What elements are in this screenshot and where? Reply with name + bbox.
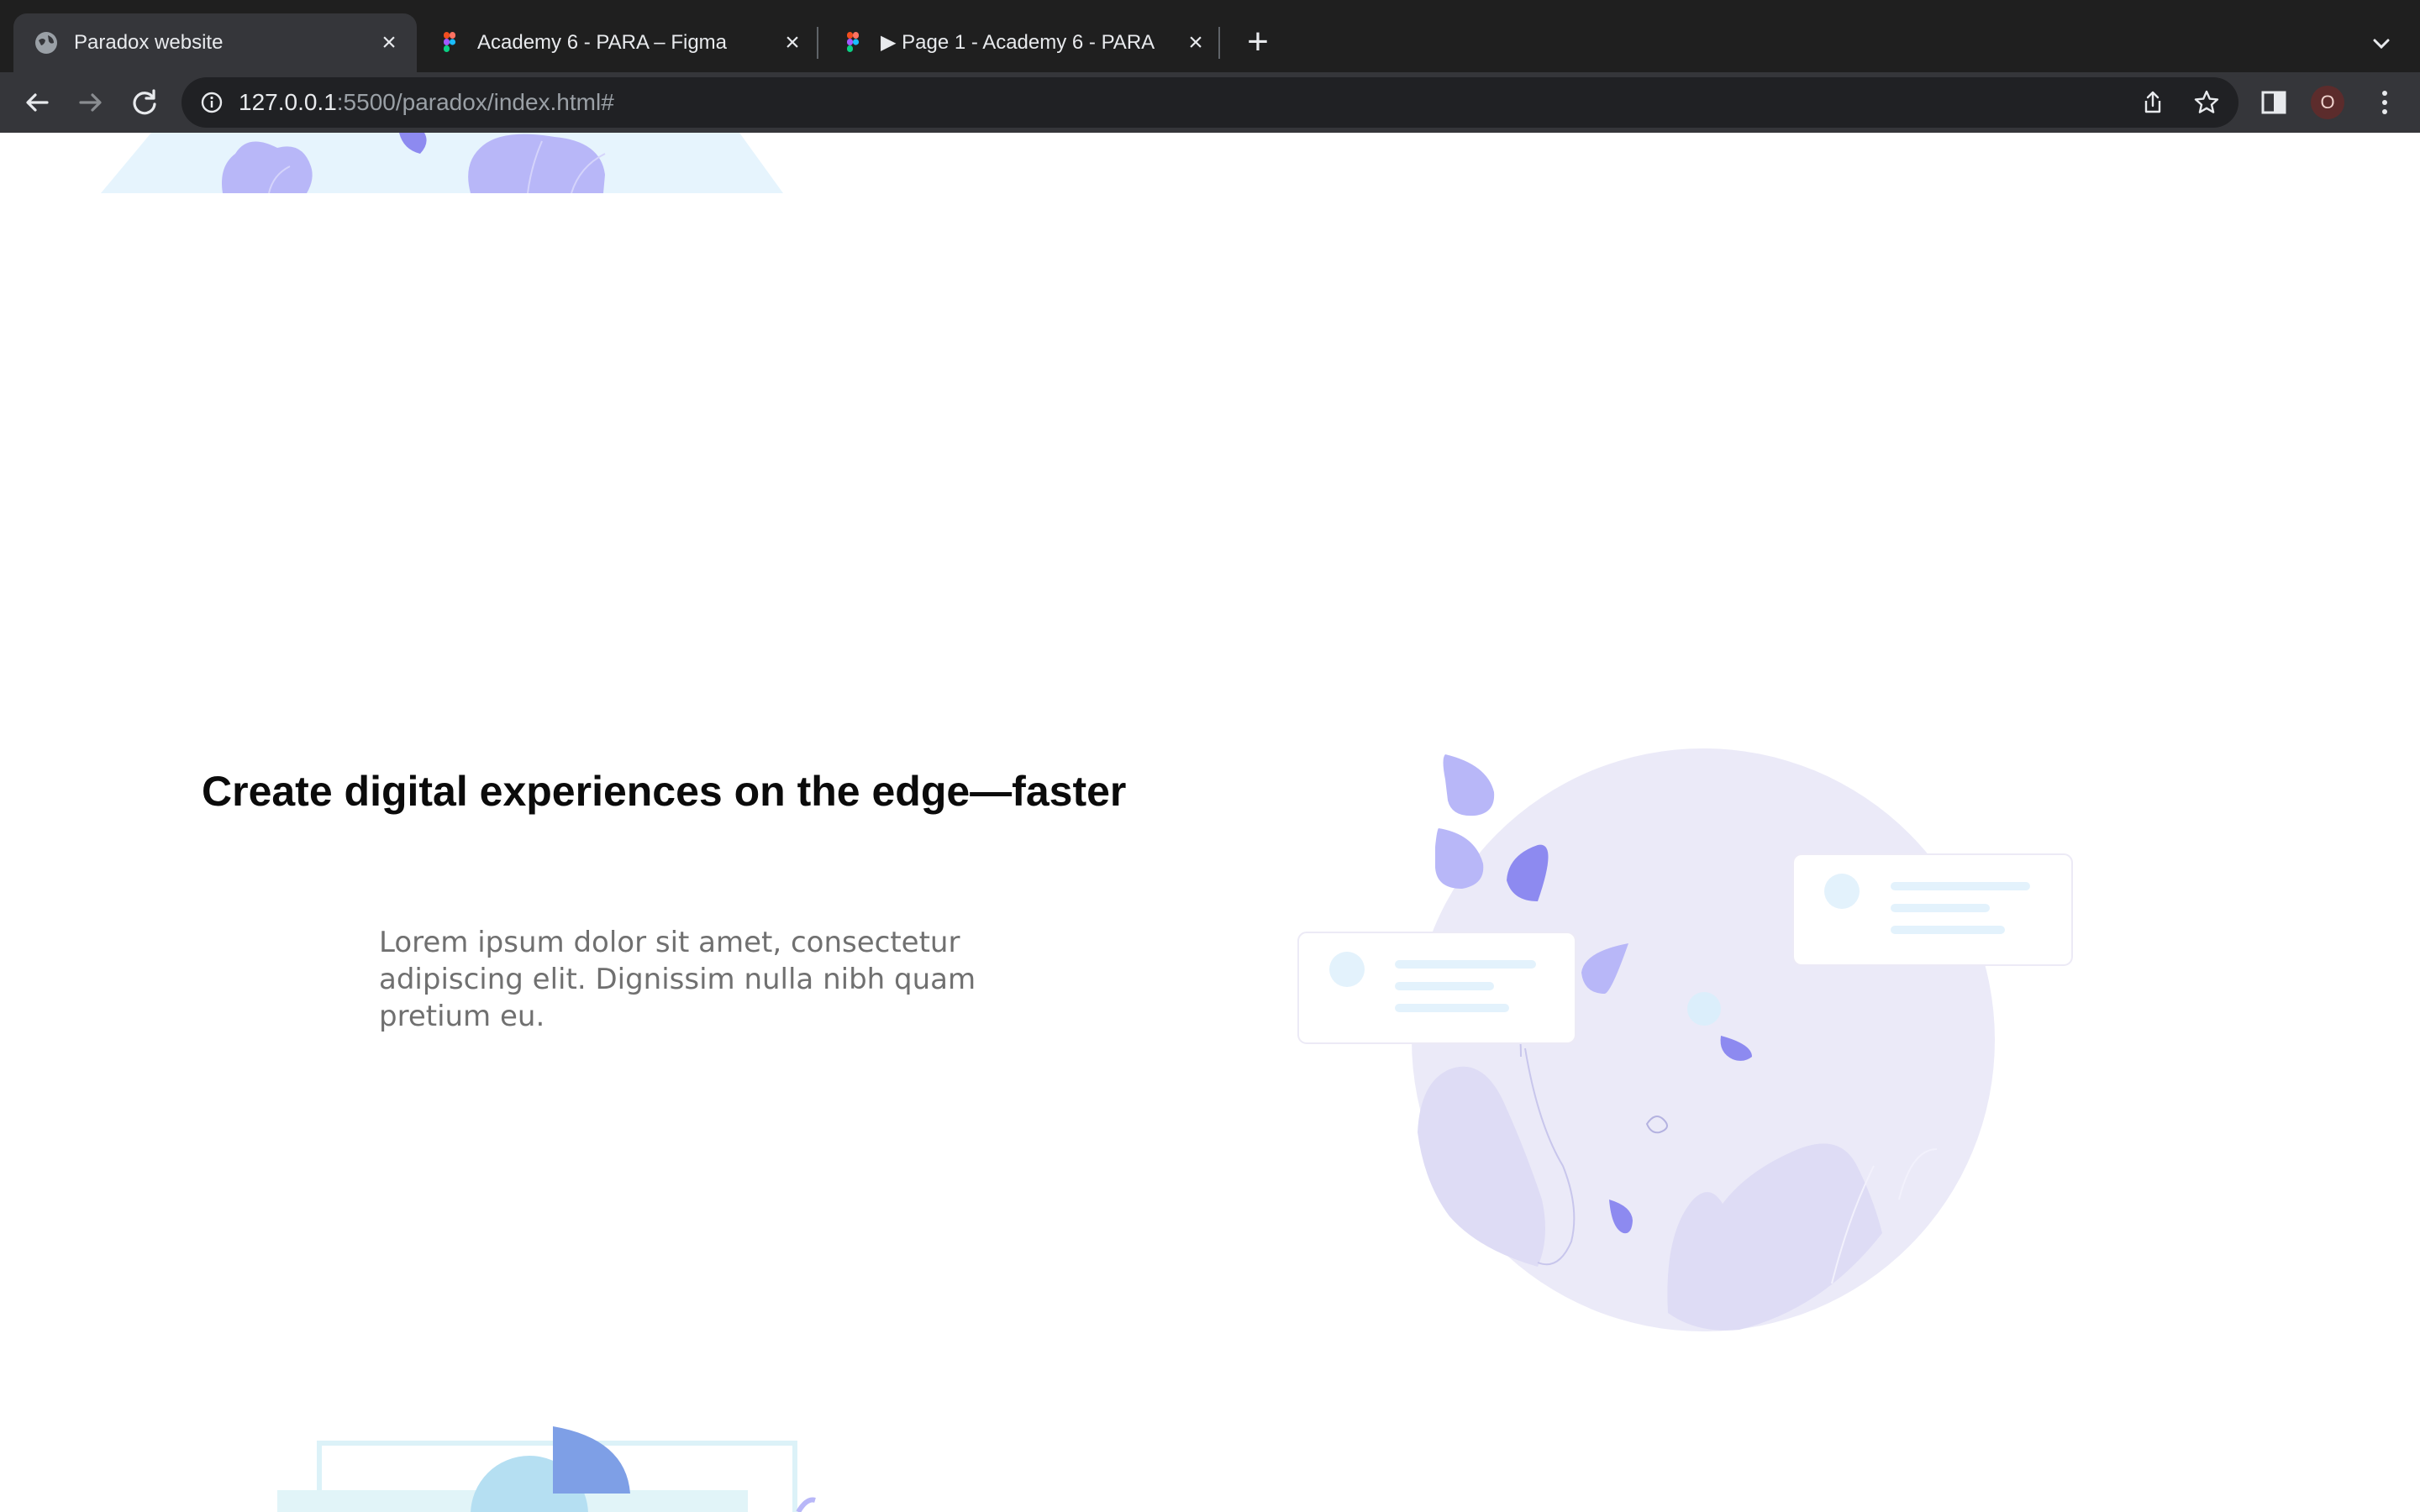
section-description: Lorem ipsum dolor sit amet, consectetur … [379, 926, 976, 1033]
profile-avatar[interactable]: O [2311, 86, 2344, 119]
url-path: :5500/paradox/index.html# [336, 89, 614, 115]
bottom-illustration [277, 1426, 816, 1512]
tab-divider [817, 27, 818, 59]
leaf-shape [1443, 754, 1495, 816]
figma-icon [847, 32, 860, 52]
more-menu-icon[interactable] [2368, 86, 2402, 119]
close-tab-icon[interactable]: × [1181, 29, 1210, 57]
close-tab-icon[interactable]: × [375, 29, 403, 57]
address-bar[interactable]: 127.0.0.1:5500/paradox/index.html# [182, 77, 2238, 128]
tab-figma-prototype[interactable]: ▶ Page 1 - Academy 6 - PARA × [820, 13, 1223, 72]
leaf-shape [1435, 828, 1484, 889]
page-viewport: Create digital experiences on the edge—f… [0, 133, 2420, 1512]
tab-search-chevron-icon[interactable] [2366, 29, 2396, 59]
new-tab-button[interactable]: + [1239, 24, 1276, 62]
dot-shape [1687, 992, 1721, 1026]
reload-icon[interactable] [126, 84, 163, 121]
tab-figma-file[interactable]: Academy 6 - PARA – Figma × [417, 13, 820, 72]
globe-icon [35, 32, 57, 54]
section-heading: Create digital experiences on the edge—f… [202, 768, 1127, 815]
card-right [1792, 853, 2073, 966]
close-tab-icon[interactable]: × [778, 29, 807, 57]
back-arrow-icon[interactable] [18, 84, 55, 121]
globe-illustration [1297, 748, 2073, 1331]
tab-paradox-website[interactable]: Paradox website × [13, 13, 417, 72]
side-panel-icon[interactable] [2257, 86, 2291, 119]
tab-divider [1218, 27, 1220, 59]
tab-title: Paradox website [74, 31, 224, 54]
tab-title: ▶ Page 1 - Academy 6 - PARA [881, 31, 1155, 54]
figma-icon [444, 32, 456, 52]
forward-arrow-icon[interactable] [72, 84, 109, 121]
bookmark-star-icon[interactable] [2193, 89, 2220, 116]
top-illustration [101, 133, 783, 193]
tab-title: Academy 6 - PARA – Figma [477, 31, 727, 54]
tab-strip: Paradox website × Academy 6 - PARA – Fig… [0, 0, 2420, 72]
browser-toolbar: 127.0.0.1:5500/paradox/index.html# O [0, 72, 2420, 134]
url-host: 127.0.0.1 [239, 89, 337, 115]
card-left [1297, 932, 1576, 1044]
share-icon[interactable] [2139, 89, 2166, 116]
site-info-icon[interactable] [198, 89, 225, 116]
url-text[interactable]: 127.0.0.1:5500/paradox/index.html# [239, 87, 614, 118]
